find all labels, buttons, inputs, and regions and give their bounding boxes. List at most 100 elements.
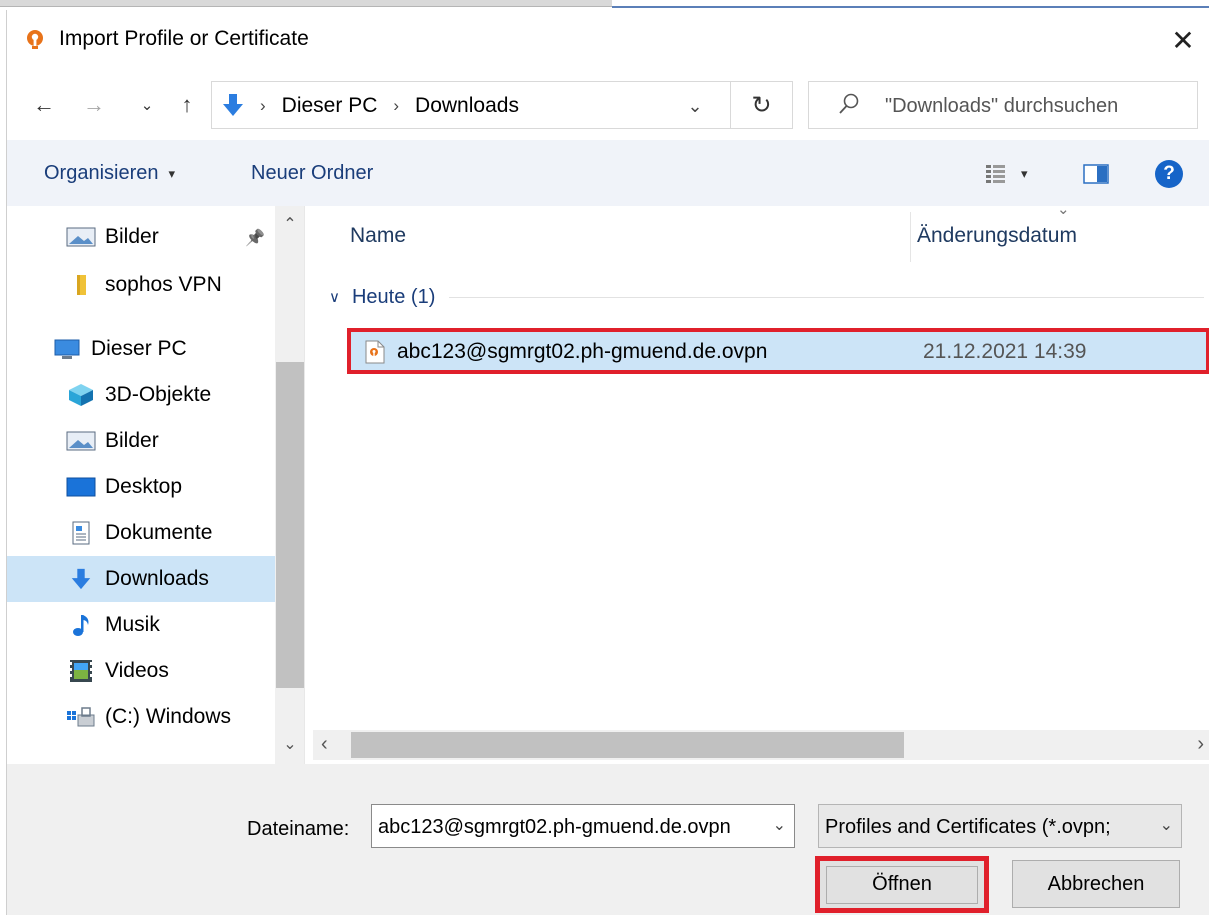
background-window-bar <box>0 0 612 7</box>
view-options-button[interactable]: ▾ <box>985 162 1047 186</box>
navigation-bar: ← → ⌄ ↑ › Dieser PC › Downloads ⌄ ↻ "Dow… <box>7 70 1209 140</box>
sidebar-item-label: Dokumente <box>105 521 213 544</box>
open-button-label: Öffnen <box>872 873 932 895</box>
cancel-button-label: Abbrechen <box>1047 872 1145 895</box>
arrow-left-icon: ← <box>33 92 55 117</box>
scroll-up-icon[interactable]: ⌃ <box>275 214 304 234</box>
close-button[interactable]: ✕ <box>1165 22 1201 58</box>
sidebar-item-3d-objects[interactable]: 3D-Objekte <box>7 372 275 418</box>
group-divider <box>449 296 1204 298</box>
scroll-down-icon[interactable]: ⌄ <box>275 734 304 754</box>
sidebar-item-label: Bilder <box>105 225 159 248</box>
open-button[interactable]: Öffnen <box>815 856 989 913</box>
sidebar-item-documents[interactable]: Dokumente <box>7 510 275 556</box>
sidebar-item-sophos-vpn[interactable]: sophos VPN <box>7 262 275 308</box>
sidebar-item-label: Videos <box>105 659 169 682</box>
column-header-row: Name ⌄ Änderungsdatum <box>313 201 1209 268</box>
videos-icon <box>65 659 97 683</box>
breadcrumb-separator: › <box>393 96 400 115</box>
folder-icon <box>65 273 97 297</box>
downloads-icon <box>223 94 243 116</box>
background-window-border <box>612 6 1209 8</box>
group-label: Heute (1) <box>351 285 436 308</box>
address-bar[interactable]: › Dieser PC › Downloads ⌄ ↻ <box>211 81 793 129</box>
organize-button[interactable]: Organisieren ▾ <box>44 162 175 185</box>
sidebar-item-label: Downloads <box>105 567 209 590</box>
sidebar-item-label: (C:) Windows <box>105 705 232 728</box>
preview-pane-icon[interactable] <box>1083 164 1109 184</box>
chevron-down-icon[interactable]: ⌄ <box>773 815 786 835</box>
forward-button[interactable]: → <box>77 88 111 122</box>
sidebar-item-c-drive[interactable]: (C:) Windows <box>7 694 275 740</box>
breadcrumb: › Dieser PC › Downloads <box>260 94 519 118</box>
file-row[interactable]: abc123@sgmrgt02.ph-gmuend.de.ovpn 21.12.… <box>347 328 1209 374</box>
cancel-button[interactable]: Abbrechen <box>1012 860 1180 908</box>
chevron-down-icon: ⌄ <box>140 97 154 114</box>
sidebar-item-desktop[interactable]: Desktop <box>7 464 275 510</box>
filename-value: abc123@sgmrgt02.ph-gmuend.de.ovpn <box>378 816 731 838</box>
background-window-strip <box>0 0 1209 10</box>
breadcrumb-item-downloads[interactable]: Downloads <box>415 94 519 118</box>
sidebar-item-this-pc[interactable]: Dieser PC <box>7 326 275 372</box>
up-button[interactable]: ↑ <box>172 88 202 122</box>
filename-label: Dateiname: <box>247 818 350 840</box>
back-button[interactable]: ← <box>27 88 61 122</box>
drive-icon <box>65 705 97 729</box>
pin-icon: 📌 <box>245 230 265 247</box>
title-bar: Import Profile or Certificate ✕ <box>7 10 1209 70</box>
openvpn-icon <box>27 30 43 49</box>
arrow-right-icon: → <box>83 92 105 117</box>
search-icon <box>839 93 859 114</box>
3d-objects-icon <box>65 383 97 407</box>
column-header-modified[interactable]: Änderungsdatum <box>917 224 1077 248</box>
sidebar-item-label: Bilder <box>105 429 159 452</box>
music-icon <box>65 613 97 637</box>
refresh-icon: ↻ <box>751 91 772 119</box>
command-bar: Organisieren ▾ Neuer Ordner ▾ ? <box>7 140 1209 206</box>
address-history-dropdown[interactable]: ⌄ <box>680 92 710 120</box>
chevron-down-icon[interactable]: ⌄ <box>1160 815 1173 835</box>
new-folder-button[interactable]: Neuer Ordner <box>251 162 373 185</box>
filename-input[interactable]: abc123@sgmrgt02.ph-gmuend.de.ovpn ⌄ <box>371 804 795 848</box>
file-name: abc123@sgmrgt02.ph-gmuend.de.ovpn <box>397 340 768 363</box>
dialog-footer: Dateiname: abc123@sgmrgt02.ph-gmuend.de.… <box>7 764 1209 915</box>
chevron-down-icon: ⌄ <box>687 95 703 116</box>
search-input[interactable]: "Downloads" durchsuchen <box>808 81 1198 129</box>
pictures-icon <box>65 429 97 453</box>
organize-label: Organisieren <box>44 162 159 184</box>
column-header-name[interactable]: Name <box>350 224 406 248</box>
arrow-up-icon: ↑ <box>181 92 193 117</box>
refresh-button[interactable]: ↻ <box>730 82 792 128</box>
import-dialog: Import Profile or Certificate ✕ ← → ⌄ ↑ … <box>6 10 1209 915</box>
sidebar-item-downloads[interactable]: Downloads <box>7 556 275 602</box>
sort-indicator-icon: ⌄ <box>1057 201 1070 218</box>
file-list-hscrollbar[interactable]: ‹ › <box>313 730 1209 760</box>
breadcrumb-separator: › <box>260 96 266 115</box>
scroll-right-icon[interactable]: › <box>1197 733 1204 756</box>
sidebar-item-music[interactable]: Musik <box>7 602 275 648</box>
caret-down-icon: ▾ <box>168 165 176 181</box>
column-divider[interactable] <box>910 212 911 262</box>
open-button-face: Öffnen <box>826 865 978 904</box>
sidebar-item-pictures[interactable]: Bilder <box>7 418 275 464</box>
recent-locations-button[interactable]: ⌄ <box>135 88 159 122</box>
breadcrumb-item-this-pc[interactable]: Dieser PC <box>282 94 378 118</box>
file-type-filter[interactable]: Profiles and Certificates (*.ovpn; ⌄ <box>818 804 1182 848</box>
sidebar-scroll-thumb[interactable] <box>276 362 304 688</box>
sidebar-item-pictures-quick[interactable]: Bilder 📌 <box>7 214 275 260</box>
details-view-icon <box>986 165 1005 183</box>
navigation-pane: Bilder 📌 sophos VPN Dieser PC 3D-Objekte <box>7 206 305 764</box>
sidebar-item-label: Dieser PC <box>91 337 187 360</box>
caret-down-icon: ▾ <box>1021 166 1028 181</box>
file-modified-date: 21.12.2021 14:39 <box>923 340 1087 363</box>
sidebar-item-videos[interactable]: Videos <box>7 648 275 694</box>
documents-icon <box>65 521 97 545</box>
scroll-left-icon[interactable]: ‹ <box>321 733 328 756</box>
sidebar-scrollbar[interactable]: ⌃ ⌄ <box>275 206 304 764</box>
file-type-value: Profiles and Certificates (*.ovpn; <box>825 816 1111 838</box>
pictures-icon <box>65 225 97 249</box>
help-button[interactable]: ? <box>1155 160 1183 188</box>
group-header-today[interactable]: ∨ Heute (1) <box>329 282 1204 312</box>
hscroll-thumb[interactable] <box>351 732 904 758</box>
file-list: Name ⌄ Änderungsdatum ∨ Heute (1) abc123… <box>313 201 1209 764</box>
